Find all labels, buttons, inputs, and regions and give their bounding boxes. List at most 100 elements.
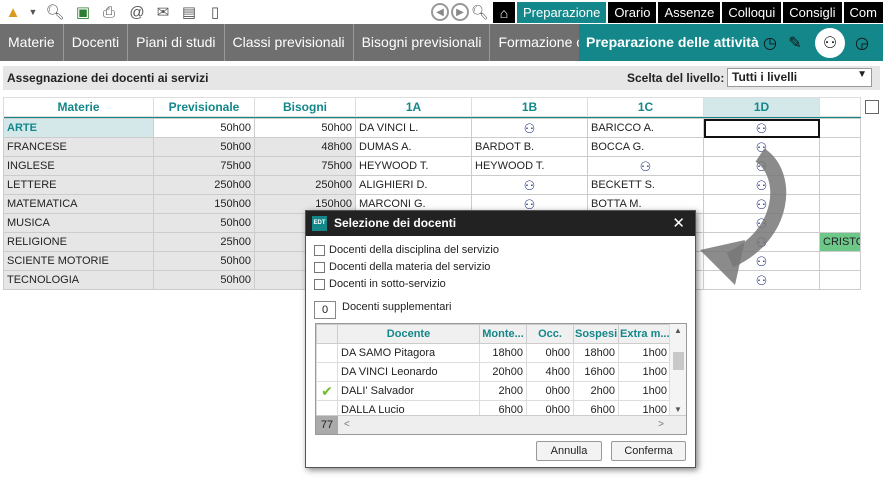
extra-cell[interactable]: CRISTO: [819, 232, 861, 252]
mail-icon[interactable]: ✉: [154, 3, 172, 21]
extra-cell[interactable]: [819, 137, 861, 157]
tab-colloqui[interactable]: Colloqui: [722, 2, 782, 23]
check-cell[interactable]: ✔: [316, 381, 338, 401]
teacher-placeholder-icon[interactable]: ⚇: [591, 158, 700, 175]
previsionale-cell[interactable]: 50h00: [153, 270, 255, 290]
col-sospesi[interactable]: Sospesi: [573, 324, 619, 344]
nav-materie[interactable]: Materie: [0, 24, 64, 61]
checkbox[interactable]: [314, 278, 325, 290]
list-item[interactable]: ✔ DALI' Salvador 2h00 0h00 2h00 1h00: [316, 381, 671, 401]
col-extra[interactable]: [819, 97, 861, 117]
nav-bisogni-previsionali[interactable]: Bisogni previsionali: [353, 24, 491, 61]
class-1b-cell[interactable]: HEYWOOD T.: [471, 156, 588, 176]
new-file-icon[interactable]: ▲: [4, 3, 22, 21]
extra-cell[interactable]: [819, 156, 861, 176]
teacher-placeholder-icon[interactable]: ⚇: [475, 120, 584, 137]
vertical-scrollbar[interactable]: ▲ ▼: [669, 324, 686, 416]
check-disciplina[interactable]: Docenti della disciplina del servizio: [314, 244, 499, 256]
zoom-icon[interactable]: 🔍︎: [471, 3, 489, 21]
confirm-button[interactable]: Conferma: [611, 441, 686, 461]
close-icon[interactable]: ✕: [672, 211, 685, 236]
extra-cell[interactable]: [819, 175, 861, 195]
scroll-right-icon[interactable]: >: [658, 419, 664, 430]
teacher-placeholder-icon[interactable]: ⚇: [475, 177, 584, 194]
previsionale-cell[interactable]: 250h00: [153, 175, 255, 195]
schedule-check-icon[interactable]: ◶: [851, 33, 873, 53]
save-icon[interactable]: ▣: [74, 3, 92, 21]
class-1a-cell[interactable]: DUMAS A.: [355, 137, 472, 157]
nav-preparazione-attivita[interactable]: Preparazione delle attività ◷ ✎ ⚇ ◶: [579, 24, 883, 61]
scroll-left-icon[interactable]: <: [344, 419, 350, 430]
col-previsionale[interactable]: Previsionale: [153, 97, 255, 117]
list-item[interactable]: DA VINCI Leonardo 20h00 4h00 16h00 1h00: [316, 362, 671, 382]
bisogni-cell[interactable]: 50h00: [254, 118, 356, 138]
previsionale-cell[interactable]: 50h00: [153, 213, 255, 233]
class-1b-cell[interactable]: ⚇: [471, 175, 588, 195]
subject-cell[interactable]: INGLESE: [3, 156, 154, 176]
extra-cell[interactable]: [819, 270, 861, 290]
cancel-button[interactable]: Annulla: [536, 441, 602, 461]
previsionale-cell[interactable]: 150h00: [153, 194, 255, 214]
col-materie[interactable]: Materie: [3, 97, 154, 117]
extra-cell[interactable]: [819, 251, 861, 271]
tab-orario[interactable]: Orario: [608, 2, 657, 23]
check-cell[interactable]: [316, 362, 338, 382]
forward-icon[interactable]: ▶: [450, 3, 469, 21]
col-occ[interactable]: Occ.: [526, 324, 574, 344]
check-materia[interactable]: Docenti della materia del servizio: [314, 261, 490, 273]
tab-consigli[interactable]: Consigli: [783, 2, 842, 23]
class-1c-cell[interactable]: BARICCO A.: [587, 118, 704, 138]
class-1c-cell[interactable]: BECKETT S.: [587, 175, 704, 195]
checkbox[interactable]: [314, 261, 325, 273]
home-icon[interactable]: ⌂: [492, 2, 515, 23]
check-sotto-servizio[interactable]: Docenti in sotto-servizio: [314, 278, 446, 290]
class-1c-cell[interactable]: ⚇: [587, 156, 704, 176]
teacher-placeholder-icon[interactable]: ⚇: [707, 120, 816, 137]
subject-cell[interactable]: MUSICA: [3, 213, 154, 233]
subject-cell[interactable]: ARTE: [3, 118, 154, 138]
extra-cell[interactable]: [819, 194, 861, 214]
col-1b[interactable]: 1B: [471, 97, 588, 117]
check-cell[interactable]: [316, 343, 338, 363]
col-docente[interactable]: Docente: [337, 324, 480, 344]
subject-cell[interactable]: LETTERE: [3, 175, 154, 195]
checkbox[interactable]: [314, 244, 325, 256]
back-icon[interactable]: ◀: [430, 3, 449, 21]
scroll-up-icon[interactable]: ▲: [674, 326, 682, 335]
nav-piani-di-studi[interactable]: Piani di studi: [128, 24, 225, 61]
at-icon[interactable]: @: [128, 3, 146, 21]
subject-cell[interactable]: TECNOLOGIA: [3, 270, 154, 290]
print-icon[interactable]: ⎙: [100, 3, 118, 21]
scroll-thumb[interactable]: [673, 352, 684, 370]
copy-icon[interactable]: [865, 100, 879, 114]
edit-list-icon[interactable]: ✎: [784, 33, 806, 53]
tab-com[interactable]: Com: [843, 2, 883, 23]
class-1b-cell[interactable]: BARDOT B.: [471, 137, 588, 157]
previsionale-cell[interactable]: 50h00: [153, 137, 255, 157]
extra-cell[interactable]: [819, 213, 861, 233]
subject-cell[interactable]: FRANCESE: [3, 137, 154, 157]
class-1d-cell[interactable]: ⚇: [703, 118, 820, 138]
document-icon[interactable]: ▤: [180, 3, 198, 21]
previsionale-cell[interactable]: 75h00: [153, 156, 255, 176]
col-extra[interactable]: Extra m...: [618, 324, 671, 344]
tab-preparazione[interactable]: Preparazione: [516, 2, 607, 23]
scroll-down-icon[interactable]: ▼: [674, 405, 682, 414]
bisogni-cell[interactable]: 250h00: [254, 175, 356, 195]
subject-cell[interactable]: RELIGIONE: [3, 232, 154, 252]
bisogni-cell[interactable]: 48h00: [254, 137, 356, 157]
bisogni-cell[interactable]: 75h00: [254, 156, 356, 176]
subject-cell[interactable]: SCIENTE MOTORIE: [3, 251, 154, 271]
col-1c[interactable]: 1C: [587, 97, 704, 117]
col-check[interactable]: [316, 324, 338, 344]
supplementary-count-input[interactable]: 0: [314, 301, 336, 319]
class-1b-cell[interactable]: ⚇: [471, 118, 588, 138]
class-1c-cell[interactable]: BOCCA G.: [587, 137, 704, 157]
previsionale-cell[interactable]: 50h00: [153, 118, 255, 138]
clock-settings-icon[interactable]: ◷: [759, 33, 781, 53]
extra-cell[interactable]: [819, 118, 861, 138]
nav-docenti[interactable]: Docenti: [63, 24, 129, 61]
col-1d[interactable]: 1D: [703, 97, 820, 117]
col-monte[interactable]: Monte...: [479, 324, 527, 344]
search-icon[interactable]: 🔍︎: [45, 3, 64, 21]
